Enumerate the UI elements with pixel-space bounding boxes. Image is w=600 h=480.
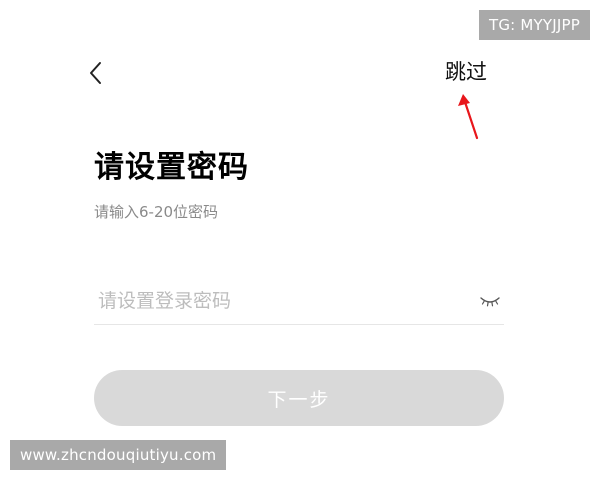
next-step-button[interactable]: 下一步 (94, 370, 504, 426)
red-arrow-annotation (458, 94, 479, 140)
page-title: 请设置密码 (94, 150, 249, 185)
password-input[interactable] (94, 290, 478, 312)
password-visibility-toggle[interactable] (478, 293, 502, 309)
password-field-row (94, 278, 504, 325)
skip-button[interactable]: 跳过 (445, 58, 487, 86)
set-password-screen: TG: MYYJJPP 跳过 请设置密码 请输入6-20位密码 下一步 www.… (0, 0, 600, 480)
site-watermark: www.zhcndouqiutiyu.com (10, 440, 227, 470)
eye-closed-icon (480, 297, 500, 307)
password-hint: 请输入6-20位密码 (94, 203, 219, 221)
back-button[interactable] (82, 58, 108, 88)
chevron-left-icon (90, 62, 101, 84)
tg-badge: TG: MYYJJPP (478, 10, 590, 40)
